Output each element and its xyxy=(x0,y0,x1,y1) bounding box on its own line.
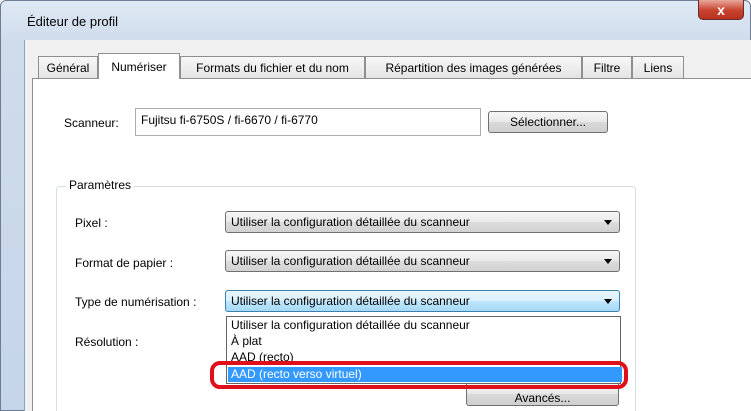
pixel-combo[interactable]: Utiliser la configuration détaillée du s… xyxy=(225,211,620,233)
tab-numeriser[interactable]: Numériser xyxy=(98,53,180,79)
dropdown-option[interactable]: Utiliser la configuration détaillée du s… xyxy=(228,318,622,333)
tab-formats[interactable]: Formats du fichier et du nom xyxy=(180,56,365,78)
dropdown-option[interactable]: À plat xyxy=(228,334,622,349)
highlight-ring xyxy=(210,361,628,389)
scanner-name-field: Fujitsu fi-6750S / fi-6670 / fi-6770 xyxy=(135,108,481,136)
combo-value: Utiliser la configuration détaillée du s… xyxy=(231,294,470,308)
paper-format-label: Format de papier : xyxy=(75,256,174,270)
close-button[interactable]: x xyxy=(698,0,744,20)
combo-value: Utiliser la configuration détaillée du s… xyxy=(231,254,470,268)
tab-liens[interactable]: Liens xyxy=(632,56,684,78)
window-title: Éditeur de profil xyxy=(27,14,119,29)
tab-label: Formats du fichier et du nom xyxy=(196,60,349,75)
tab-label: Numériser xyxy=(111,59,167,74)
scanner-label: Scanneur: xyxy=(64,116,119,130)
tab-label: Répartition des images générées xyxy=(385,60,562,75)
scan-type-combo[interactable]: Utiliser la configuration détaillée du s… xyxy=(225,290,620,312)
button-label: Sélectionner... xyxy=(509,115,587,129)
scan-type-label: Type de numérisation : xyxy=(75,295,197,309)
combo-value: Utiliser la configuration détaillée du s… xyxy=(231,215,470,229)
chevron-down-icon xyxy=(604,299,612,304)
chevron-down-icon xyxy=(604,259,612,264)
button-label: Avancés... xyxy=(514,391,571,405)
resolution-label: Résolution : xyxy=(75,335,139,349)
parameters-group-title: Paramètres xyxy=(66,178,135,192)
tab-label: Filtre xyxy=(593,60,621,75)
pixel-label: Pixel : xyxy=(75,216,108,230)
tab-label: Général xyxy=(46,60,90,75)
tab-repartition[interactable]: Répartition des images générées xyxy=(365,56,582,78)
chevron-down-icon xyxy=(604,220,612,225)
close-icon: x xyxy=(717,1,725,18)
tab-label: Liens xyxy=(643,60,673,75)
tab-general[interactable]: Général xyxy=(38,56,98,78)
paper-format-combo[interactable]: Utiliser la configuration détaillée du s… xyxy=(225,250,620,272)
select-scanner-button[interactable]: Sélectionner... xyxy=(488,111,608,133)
tab-filtre[interactable]: Filtre xyxy=(582,56,632,78)
